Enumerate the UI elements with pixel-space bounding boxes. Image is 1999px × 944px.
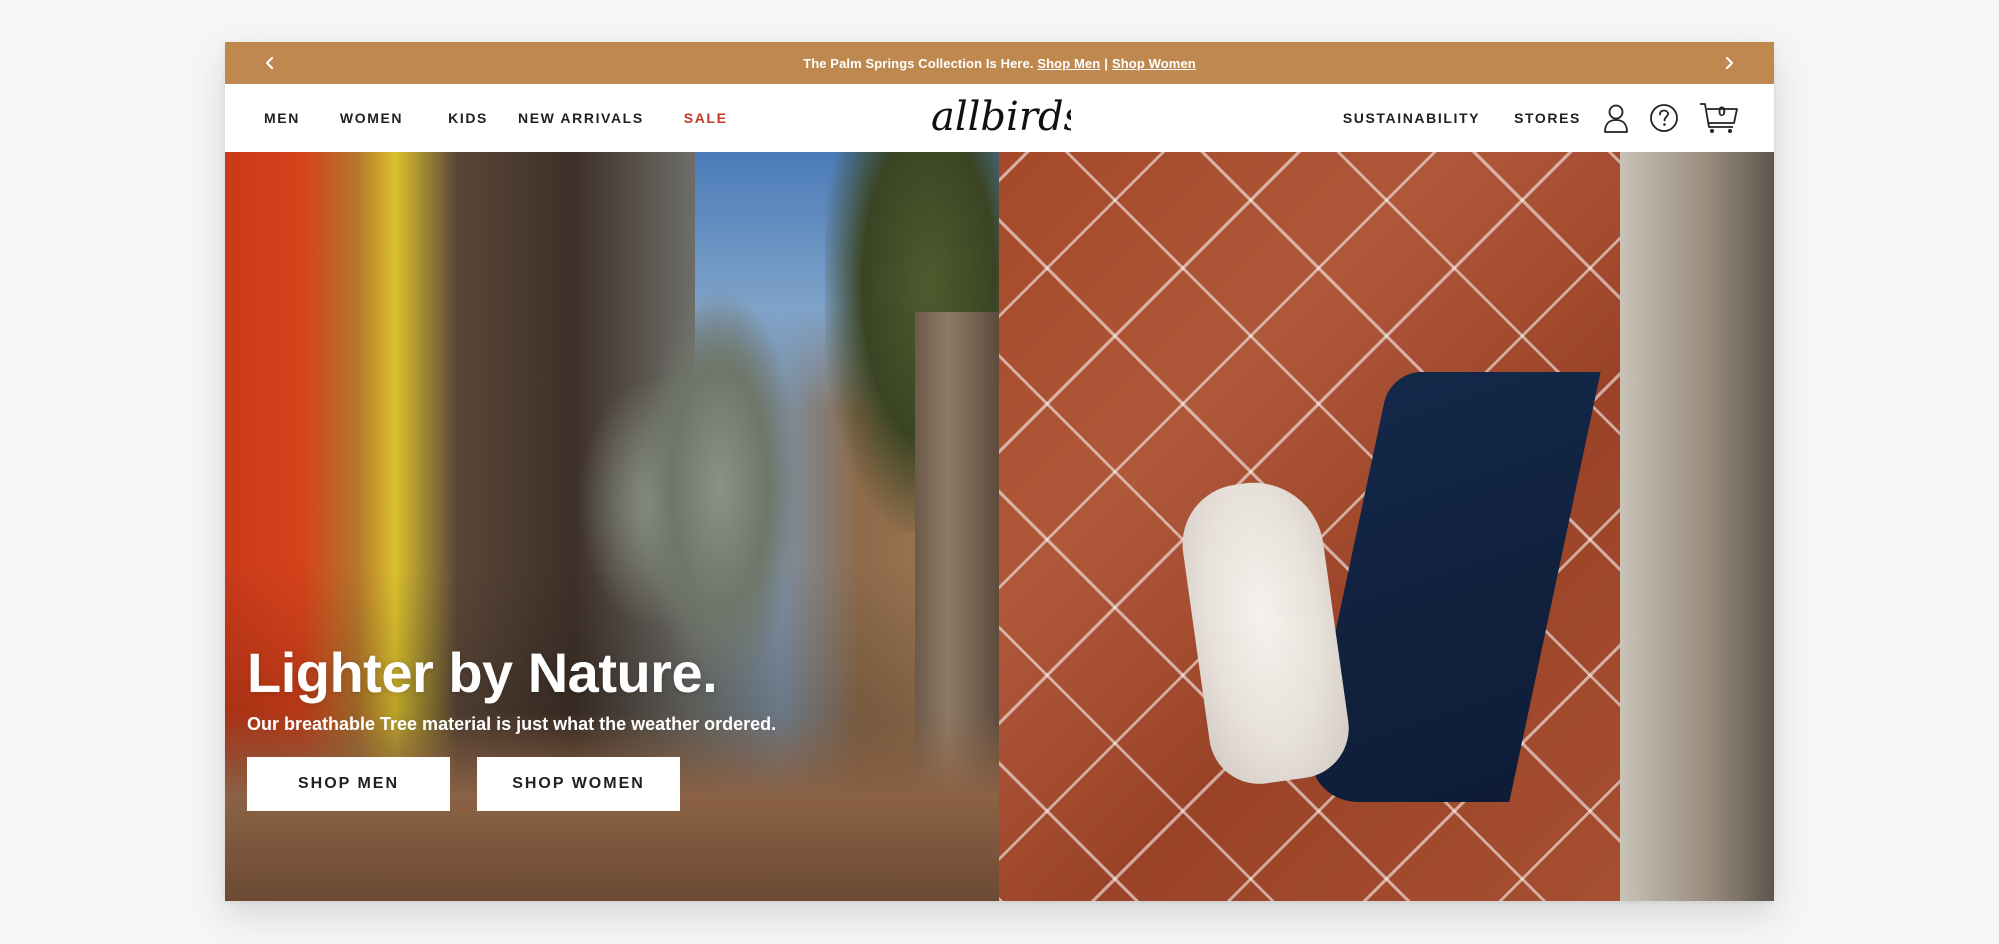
logo-text: allbirds	[931, 94, 1071, 140]
nav-item-new-arrivals[interactable]: NEW ARRIVALS	[518, 110, 644, 126]
help-icon[interactable]	[1649, 103, 1679, 133]
hero-copy: Lighter by Nature. Our breathable Tree m…	[247, 640, 776, 811]
cart-icon[interactable]: 0	[1699, 101, 1739, 135]
main-nav: MEN WOMEN KIDS NEW ARRIVALS SALE allbird…	[225, 84, 1774, 153]
shop-women-link[interactable]: Shop Women	[1112, 56, 1196, 71]
user-icon[interactable]	[1603, 103, 1629, 133]
brand-logo[interactable]: allbirds	[929, 94, 1071, 144]
announcement-bar: The Palm Springs Collection Is Here. Sho…	[225, 42, 1774, 84]
hero-ctas: SHOP MEN SHOP WOMEN	[247, 757, 776, 811]
announcement-separator: |	[1104, 55, 1108, 71]
nav-right: SUSTAINABILITY STORES 0	[1343, 84, 1739, 152]
hero-banner: Lighter by Nature. Our breathable Tree m…	[225, 152, 1774, 901]
shop-women-button[interactable]: SHOP WOMEN	[477, 757, 680, 811]
nav-item-stores[interactable]: STORES	[1514, 110, 1581, 126]
chevron-right-icon[interactable]	[1716, 50, 1742, 76]
nav-item-sale[interactable]: SALE	[684, 110, 728, 126]
nav-item-kids[interactable]: KIDS	[448, 110, 488, 126]
nav-item-sustainability[interactable]: SUSTAINABILITY	[1343, 110, 1480, 126]
nav-item-women[interactable]: WOMEN	[340, 110, 403, 126]
browser-page: The Palm Springs Collection Is Here. Sho…	[225, 42, 1774, 901]
announcement-text: The Palm Springs Collection Is Here.	[803, 55, 1034, 71]
cart-count: 0	[1718, 103, 1726, 119]
hero-subheadline: Our breathable Tree material is just wha…	[247, 714, 777, 734]
chevron-left-icon[interactable]	[257, 50, 283, 76]
hero-headline: Lighter by Nature.	[247, 641, 718, 704]
nav-item-men[interactable]: MEN	[264, 110, 300, 126]
shop-men-link[interactable]: Shop Men	[1037, 56, 1100, 71]
nav-left: MEN WOMEN KIDS NEW ARRIVALS SALE	[264, 84, 768, 152]
shop-men-button[interactable]: SHOP MEN	[247, 757, 450, 811]
